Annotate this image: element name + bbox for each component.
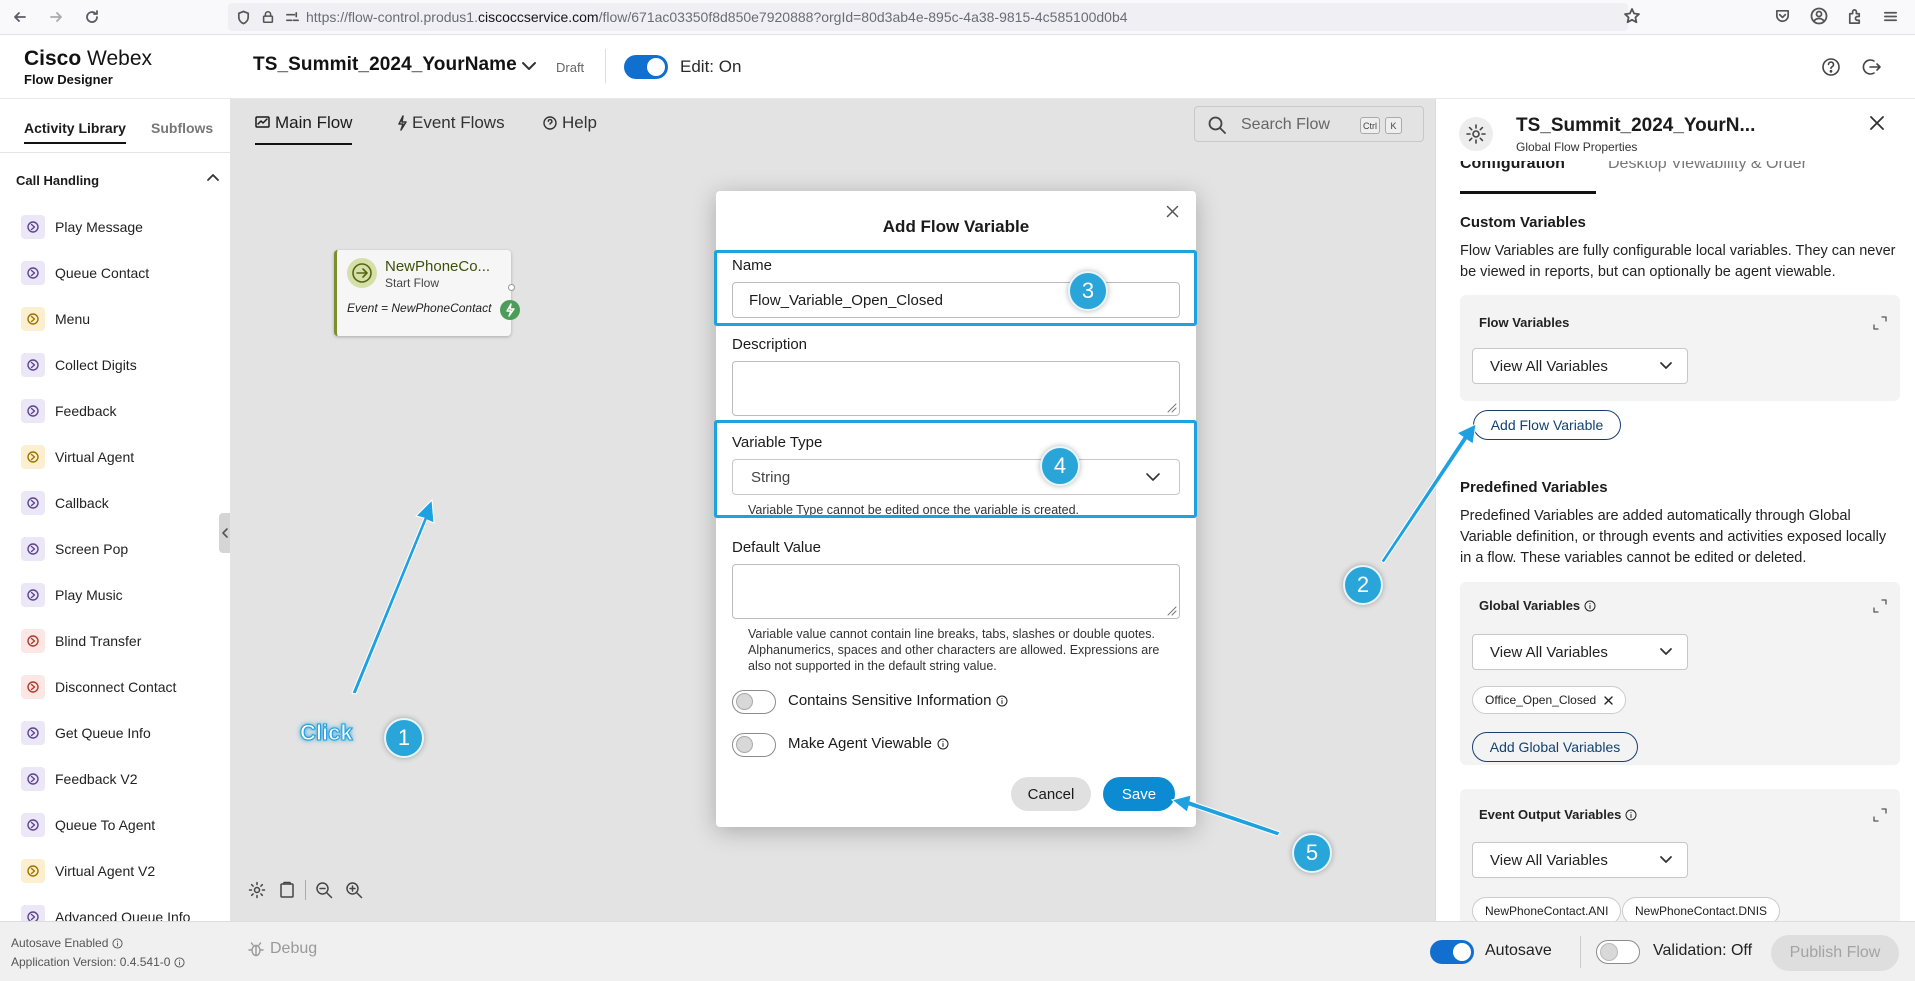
step-badge-1: 1 xyxy=(384,718,424,758)
step-badge-4: 4 xyxy=(1040,446,1080,486)
step-badge-5: 5 xyxy=(1292,833,1332,873)
arrow-1 xyxy=(351,498,435,695)
annotation-arrows xyxy=(351,423,1477,837)
step-badge-3: 3 xyxy=(1068,271,1108,311)
step-badge-2: 2 xyxy=(1343,565,1383,605)
arrow-5 xyxy=(1170,794,1281,837)
click-annotation: Click xyxy=(300,720,354,746)
arrow-2 xyxy=(1380,423,1477,564)
